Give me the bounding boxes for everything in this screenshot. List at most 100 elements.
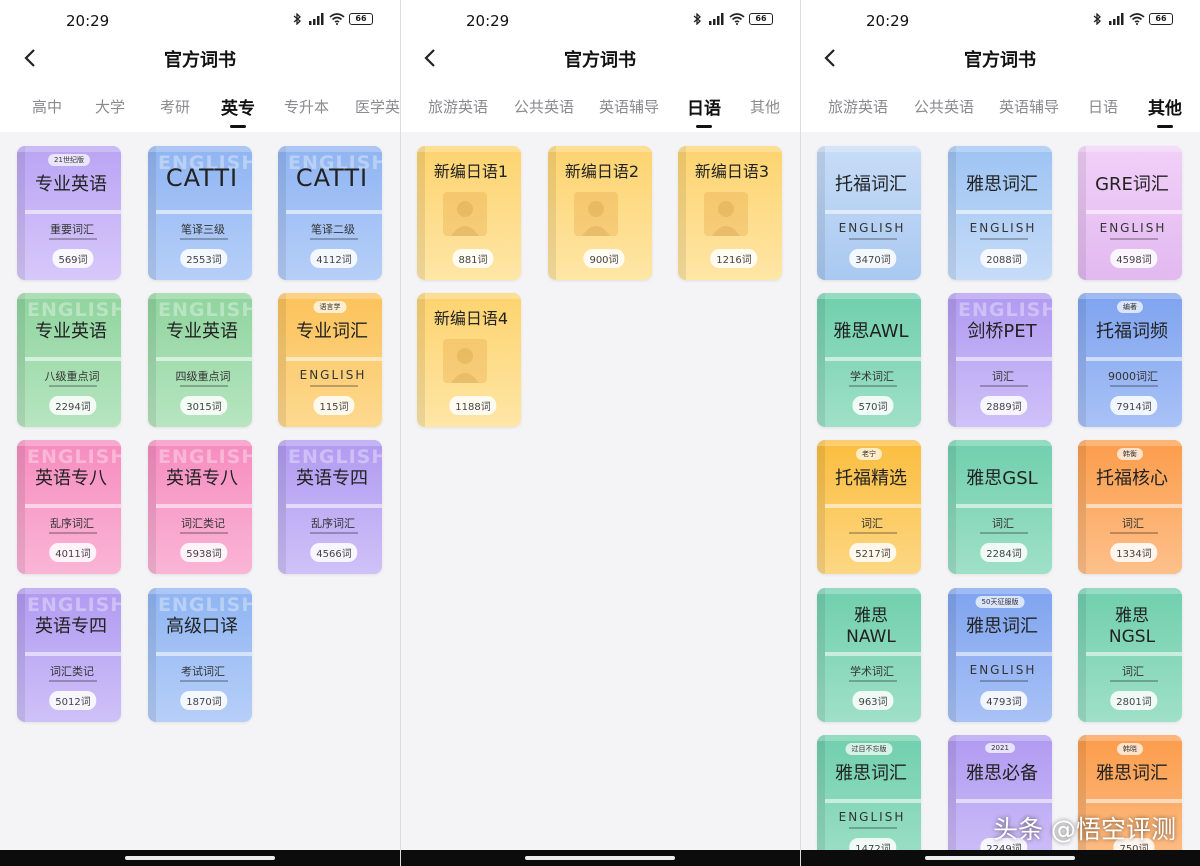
divider xyxy=(400,0,401,866)
word-book-card[interactable]: ENGLISH CATTI 笔译三级 2553词 xyxy=(148,146,252,280)
tab-english-tutoring[interactable]: 英语辅导 xyxy=(599,96,659,117)
word-book-card[interactable]: 新编日语2 900词 xyxy=(548,146,652,280)
word-book-card[interactable]: ENGLISH 英语专八 乱序词汇 4011词 xyxy=(17,440,121,574)
person-illustration-icon xyxy=(574,192,618,236)
tab-japanese[interactable]: 日语 xyxy=(1088,96,1118,117)
tab-english-tutoring[interactable]: 英语辅导 xyxy=(999,96,1059,117)
book-title: 雅思词汇 xyxy=(966,174,1038,195)
word-book-card[interactable]: 雅思 NAWL 学术词汇 963词 xyxy=(817,588,921,722)
subtitle-underline xyxy=(310,385,358,387)
edition-badge: 2021 xyxy=(985,743,1015,753)
book-spine xyxy=(948,293,956,427)
tab-public-english[interactable]: 公共英语 xyxy=(514,96,574,117)
cover-divider xyxy=(956,504,1052,508)
word-book-card[interactable]: 新编日语1 881词 xyxy=(417,146,521,280)
book-subtitle: 词汇 xyxy=(1122,517,1144,530)
word-book-card[interactable]: 韩衡 托福核心 词汇 1334词 xyxy=(1078,440,1182,574)
word-count-badge: 1188词 xyxy=(449,396,497,415)
book-top-strip xyxy=(678,146,782,152)
cover-watermark: ENGLISH xyxy=(158,594,252,616)
status-icons: 66 xyxy=(1093,13,1173,25)
tab-japanese[interactable]: 日语 xyxy=(687,94,721,119)
word-book-card[interactable]: 新编日语3 1216词 xyxy=(678,146,782,280)
subtitle-underline xyxy=(1110,238,1158,240)
book-spine xyxy=(17,146,25,280)
tab-medical[interactable]: 医学英 xyxy=(355,96,400,117)
word-book-card[interactable]: 新编日语4 1188词 xyxy=(417,293,521,427)
subtitle-underline xyxy=(980,532,1028,534)
word-book-card[interactable]: 雅思GSL 词汇 2284词 xyxy=(948,440,1052,574)
page-title: 官方词书 xyxy=(564,50,636,71)
tab-college[interactable]: 大学 xyxy=(95,96,125,117)
book-title: 雅思词汇 xyxy=(1096,763,1168,784)
book-top-strip xyxy=(948,440,1052,446)
word-book-card[interactable]: ENGLISH 英语专四 词汇类记 5012词 xyxy=(17,588,121,722)
word-book-card[interactable]: ENGLISH 高级口译 考试词汇 1870词 xyxy=(148,588,252,722)
tab-other[interactable]: 其他 xyxy=(750,96,780,117)
word-book-card[interactable]: 雅思词汇 ENGLISH 2088词 xyxy=(948,146,1052,280)
page-title: 官方词书 xyxy=(164,50,236,71)
book-subtitle: 乱序词汇 xyxy=(311,517,355,530)
cover-divider xyxy=(25,357,121,361)
word-book-card[interactable]: 过目不忘版雅思词汇ENGLISH1472词 xyxy=(817,735,921,866)
book-spine xyxy=(817,293,825,427)
tab-travel-english[interactable]: 旅游英语 xyxy=(428,96,488,117)
subtitle-underline xyxy=(49,238,97,240)
word-book-card[interactable]: 雅思 NGSL 词汇 2801词 xyxy=(1078,588,1182,722)
word-book-card[interactable]: 雅思AWL 学术词汇 570词 xyxy=(817,293,921,427)
book-top-strip xyxy=(1078,588,1182,594)
bluetooth-icon xyxy=(1093,13,1101,25)
subtitle-underline xyxy=(1110,385,1158,387)
word-book-card[interactable]: 老宁 托福精选 词汇 5217词 xyxy=(817,440,921,574)
book-title: 雅思必备 xyxy=(966,763,1038,784)
book-subtitle: 笔译二级 xyxy=(311,223,355,236)
word-book-card[interactable]: 2021雅思必备2249词 xyxy=(948,735,1052,866)
subtitle-underline xyxy=(849,238,897,240)
cover-divider xyxy=(1086,357,1182,361)
cover-divider xyxy=(156,357,252,361)
tab-english-major[interactable]: 英专 xyxy=(221,94,255,119)
bluetooth-icon xyxy=(293,13,301,25)
word-book-card[interactable]: ENGLISH 专业英语 八级重点词 2294词 xyxy=(17,293,121,427)
tab-other[interactable]: 其他 xyxy=(1148,94,1182,119)
cover-divider xyxy=(286,504,382,508)
word-book-card[interactable]: ENGLISH CATTI 笔译二级 4112词 xyxy=(278,146,382,280)
tab-travel-english[interactable]: 旅游英语 xyxy=(828,96,888,117)
word-book-card[interactable]: ENGLISH 剑桥PET 词汇 2889词 xyxy=(948,293,1052,427)
word-book-card[interactable]: 21世纪版 专业英语 重要词汇 569词 xyxy=(17,146,121,280)
word-book-card[interactable]: ENGLISH 英语专八 词汇类记 5938词 xyxy=(148,440,252,574)
book-title: 专业英语 xyxy=(35,321,107,342)
book-spine xyxy=(278,440,286,574)
cover-divider xyxy=(825,652,921,656)
tab-high-school[interactable]: 高中 xyxy=(32,96,62,117)
subtitle-underline xyxy=(180,680,228,682)
book-title: 英语专八 xyxy=(166,468,238,489)
word-count-badge: 1334词 xyxy=(1110,543,1158,562)
word-book-card[interactable]: 语言学 专业词汇 ENGLISH 115词 xyxy=(278,293,382,427)
tab-public-english[interactable]: 公共英语 xyxy=(914,96,974,117)
word-book-card[interactable]: 韩晓雅思词汇750词 xyxy=(1078,735,1182,866)
status-icons: 66 xyxy=(693,13,773,25)
word-book-card[interactable]: ENGLISH 英语专四 乱序词汇 4566词 xyxy=(278,440,382,574)
book-subtitle: 重要词汇 xyxy=(50,223,94,236)
word-book-card[interactable]: 50天征服版 雅思词汇 ENGLISH 4793词 xyxy=(948,588,1052,722)
book-subtitle: 四级重点词 xyxy=(175,370,231,383)
word-count-badge: 5012词 xyxy=(49,691,97,710)
word-book-card[interactable]: 托福词汇 ENGLISH 3470词 xyxy=(817,146,921,280)
word-book-card[interactable]: ENGLISH 专业英语 四级重点词 3015词 xyxy=(148,293,252,427)
word-book-card[interactable]: 编著 托福词频 9000词汇 7914词 xyxy=(1078,293,1182,427)
cover-divider xyxy=(25,652,121,656)
subtitle-underline xyxy=(180,532,228,534)
book-title: 托福词汇 xyxy=(835,174,907,195)
tab-upgrade[interactable]: 专升本 xyxy=(284,96,329,117)
tab-postgrad[interactable]: 考研 xyxy=(160,96,190,117)
book-top-strip xyxy=(817,735,921,741)
cover-divider xyxy=(1086,504,1182,508)
book-spine xyxy=(948,440,956,574)
subtitle-underline xyxy=(49,532,97,534)
book-title: 新编日语4 xyxy=(433,309,509,328)
book-spine xyxy=(17,440,25,574)
word-book-card[interactable]: GRE词汇 ENGLISH 4598词 xyxy=(1078,146,1182,280)
book-top-strip xyxy=(817,146,921,152)
word-count-badge: 881词 xyxy=(452,249,494,268)
